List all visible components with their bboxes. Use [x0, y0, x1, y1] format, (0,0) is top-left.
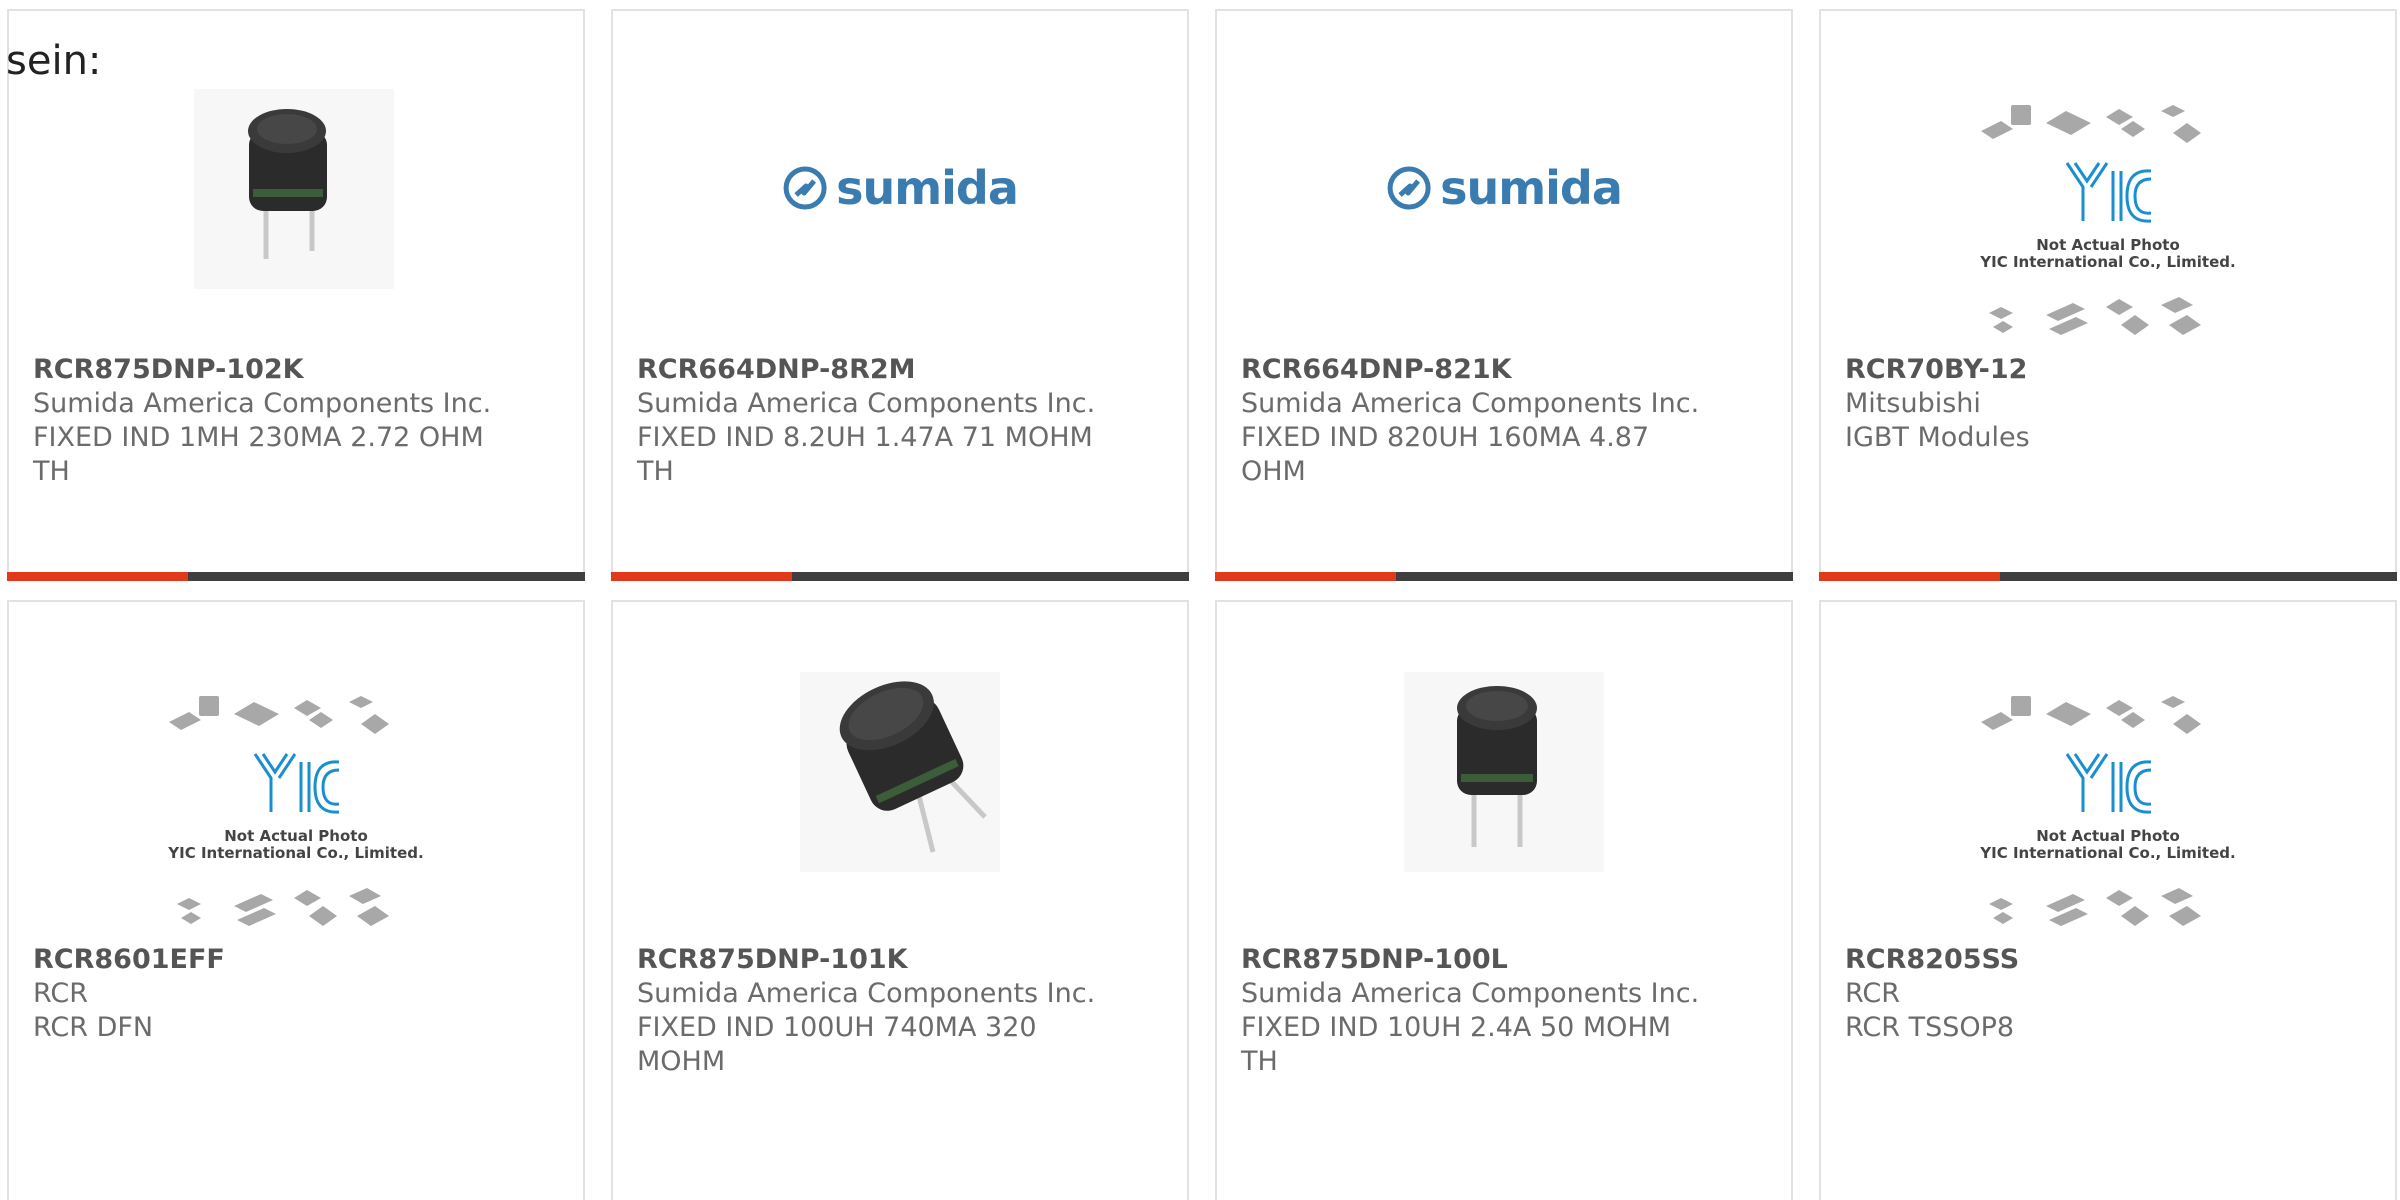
product-info: RCR664DNP-8R2M Sumida America Components… [637, 353, 1107, 489]
sumida-logo: sumida [782, 161, 1019, 215]
product-image[interactable] [1217, 602, 1791, 957]
manufacturer: RCR [1845, 978, 1901, 1009]
description: IGBT Modules [1845, 422, 2030, 453]
placeholder-caption-line1: Not Actual Photo [2036, 827, 2180, 845]
product-info: RCR875DNP-102K Sumida America Components… [33, 353, 503, 489]
product-card[interactable]: RCR875DNP-101K Sumida America Components… [611, 600, 1189, 1200]
product-info: RCR875DNP-101K Sumida America Components… [637, 943, 1107, 1079]
manufacturer: Sumida America Components Inc. [1241, 978, 1700, 1009]
card-bar [7, 572, 585, 581]
sumida-logo-icon [1387, 166, 1431, 210]
card-bar [1819, 572, 2397, 581]
description: FIXED IND 100UH 740MA 320 MOHM [637, 1012, 1037, 1077]
part-number[interactable]: RCR8601EFF [33, 943, 503, 977]
intro-text: sein: [6, 38, 102, 84]
manufacturer: Sumida America Components Inc. [637, 388, 1096, 419]
sumida-logo: sumida [1386, 161, 1623, 215]
product-info: RCR875DNP-100L Sumida America Components… [1241, 943, 1711, 1079]
description: RCR DFN [33, 1012, 154, 1043]
placeholder-caption-line2: YIC International Co., Limited. [1980, 844, 2236, 862]
product-image[interactable]: Not Actual Photo YIC International Co., … [1821, 11, 2395, 366]
description: RCR TSSOP8 [1845, 1012, 2015, 1043]
placeholder-caption-line1: Not Actual Photo [2036, 236, 2180, 254]
product-info: RCR664DNP-821K Sumida America Components… [1241, 353, 1711, 489]
part-number[interactable]: RCR664DNP-8R2M [637, 353, 1107, 387]
product-info: RCR8205SS RCR RCR TSSOP8 [1845, 943, 2315, 1045]
card-bar [1215, 572, 1793, 581]
description: FIXED IND 10UH 2.4A 50 MOHM TH [1241, 1012, 1672, 1077]
inductor-photo-icon [1404, 672, 1604, 872]
card-bar-accent [611, 572, 792, 581]
yic-placeholder-icon [1981, 105, 2201, 335]
product-image[interactable]: sumida [613, 11, 1187, 366]
manufacturer: Sumida America Components Inc. [637, 978, 1096, 1009]
card-bar-accent [1215, 572, 1396, 581]
product-card[interactable]: Not Actual Photo YIC International Co., … [1819, 9, 2397, 581]
product-image[interactable]: sumida [1217, 11, 1791, 366]
placeholder-caption-line2: YIC International Co., Limited. [168, 844, 424, 862]
placeholder-caption-line1: Not Actual Photo [224, 827, 368, 845]
product-info: RCR70BY-12 Mitsubishi IGBT Modules [1845, 353, 2315, 455]
manufacturer: Sumida America Components Inc. [33, 388, 492, 419]
card-bar-accent [7, 572, 188, 581]
placeholder-caption: Not Actual Photo YIC International Co., … [1821, 828, 2395, 862]
part-number[interactable]: RCR875DNP-102K [33, 353, 503, 387]
product-card[interactable]: sumida RCR664DNP-821K Sumida America Com… [1215, 9, 1793, 581]
product-card[interactable]: RCR875DNP-102K Sumida America Components… [7, 9, 585, 581]
part-number[interactable]: RCR664DNP-821K [1241, 353, 1711, 387]
inductor-photo-tilted-icon [800, 672, 1000, 872]
yic-placeholder-icon [1981, 696, 2201, 926]
product-image[interactable]: Not Actual Photo YIC International Co., … [1821, 602, 2395, 957]
manufacturer: RCR [33, 978, 89, 1009]
placeholder-caption-line2: YIC International Co., Limited. [1980, 253, 2236, 271]
sumida-logo-text: sumida [1440, 161, 1623, 215]
yic-placeholder-icon [169, 696, 389, 926]
manufacturer: Sumida America Components Inc. [1241, 388, 1700, 419]
product-card[interactable]: RCR875DNP-100L Sumida America Components… [1215, 600, 1793, 1200]
product-image[interactable] [613, 602, 1187, 957]
part-number[interactable]: RCR875DNP-100L [1241, 943, 1711, 977]
manufacturer: Mitsubishi [1845, 388, 1981, 419]
description: FIXED IND 820UH 160MA 4.87 OHM [1241, 422, 1650, 487]
part-number[interactable]: RCR8205SS [1845, 943, 2315, 977]
product-info: RCR8601EFF RCR RCR DFN [33, 943, 503, 1045]
card-bar-accent [1819, 572, 2000, 581]
product-card[interactable]: Not Actual Photo YIC International Co., … [1819, 600, 2397, 1200]
placeholder-caption: Not Actual Photo YIC International Co., … [9, 828, 583, 862]
sumida-logo-icon [783, 166, 827, 210]
part-number[interactable]: RCR875DNP-101K [637, 943, 1107, 977]
product-card[interactable]: Not Actual Photo YIC International Co., … [7, 600, 585, 1200]
card-bar [611, 572, 1189, 581]
product-image[interactable]: Not Actual Photo YIC International Co., … [9, 602, 583, 957]
sumida-logo-text: sumida [836, 161, 1019, 215]
product-grid: RCR875DNP-102K Sumida America Components… [0, 0, 2400, 1200]
placeholder-caption: Not Actual Photo YIC International Co., … [1821, 237, 2395, 271]
part-number[interactable]: RCR70BY-12 [1845, 353, 2315, 387]
description: FIXED IND 8.2UH 1.47A 71 MOHM TH [637, 422, 1093, 487]
product-card[interactable]: sumida RCR664DNP-8R2M Sumida America Com… [611, 9, 1189, 581]
description: FIXED IND 1MH 230MA 2.72 OHM TH [33, 422, 484, 487]
